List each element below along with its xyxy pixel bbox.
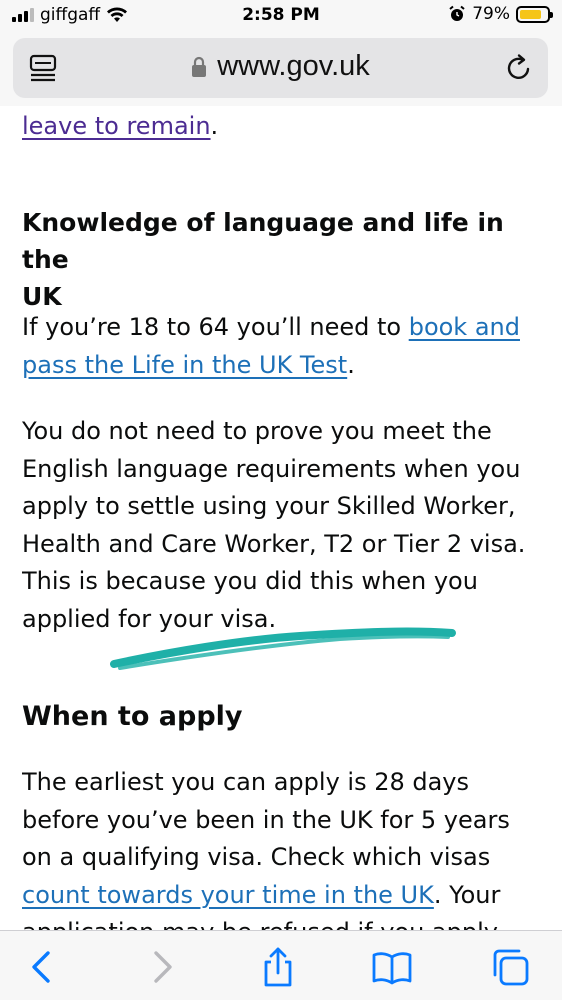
para2-line-4: Health and Care Worker, T2 or Tier 2 vis… [22, 529, 526, 558]
battery-percent: 79% [472, 4, 510, 24]
address-bar[interactable]: www.gov.uk [13, 38, 548, 98]
when-after-link: . Your [433, 880, 501, 909]
english-requirement-paragraph: You do not need to prove you meet the En… [22, 413, 542, 638]
para2-line-5: This is because you did this when you [22, 567, 478, 595]
section-heading-language: Knowledge of language and life in the UK [22, 204, 542, 315]
reload-icon[interactable] [504, 53, 534, 83]
when-line-1: The earliest you can apply is 28 days [22, 768, 470, 796]
section-heading-when-to-apply: When to apply [22, 701, 243, 732]
leave-to-remain-link[interactable]: leave to remain [22, 112, 211, 140]
para1-text: If you’re 18 to 64 you’ll need to [22, 313, 409, 341]
browser-bar: www.gov.uk [0, 32, 562, 106]
status-right: 79% [448, 4, 553, 24]
para1-period: . [347, 350, 355, 379]
top-fragment: leave to remain. [22, 108, 542, 146]
para2-line-1: You do not need to prove you meet the [22, 417, 492, 445]
para2-line-3: apply to settle using your Skilled Worke… [22, 492, 516, 520]
status-bar: giffgaff 2:58 PM 79% [0, 0, 562, 32]
para2-line-6: applied for your visa. [22, 604, 277, 633]
life-in-uk-paragraph: If you’re 18 to 64 you’ll need to book a… [22, 309, 542, 384]
url-display[interactable]: www.gov.uk [13, 50, 548, 83]
lock-icon [192, 56, 207, 77]
forward-icon[interactable] [142, 947, 182, 987]
battery-icon [516, 5, 553, 23]
back-icon[interactable] [22, 947, 62, 987]
alarm-icon [449, 5, 465, 21]
life-in-uk-link-line-2[interactable]: pass the Life in the UK Test [22, 351, 347, 379]
heading-line-2: UK [22, 282, 62, 311]
when-line-3: on a qualifying visa. Check which visas [22, 843, 491, 871]
url-text[interactable]: www.gov.uk [217, 50, 370, 83]
bookmarks-icon[interactable] [372, 947, 412, 987]
when-to-apply-paragraph: The earliest you can apply is 28 days be… [22, 764, 542, 930]
para2-line-2: English language requirements when you [22, 454, 521, 483]
battery-fill [520, 9, 541, 19]
tabs-icon[interactable] [490, 947, 530, 987]
when-cutoff-line: application may be refused if you apply [22, 918, 498, 930]
life-in-uk-link-line-1[interactable]: book and [409, 313, 520, 341]
page-content: leave to remain. Knowledge of language a… [22, 106, 542, 930]
heading-line-1: Knowledge of language and life in the [22, 208, 504, 274]
top-fragment-period: . [210, 112, 219, 140]
bottom-toolbar [0, 930, 562, 1000]
count-towards-time-link[interactable]: count towards your time in the UK [22, 881, 434, 909]
share-icon[interactable] [258, 947, 298, 987]
when-line-2: before you’ve been in the UK for 5 years [22, 805, 510, 834]
